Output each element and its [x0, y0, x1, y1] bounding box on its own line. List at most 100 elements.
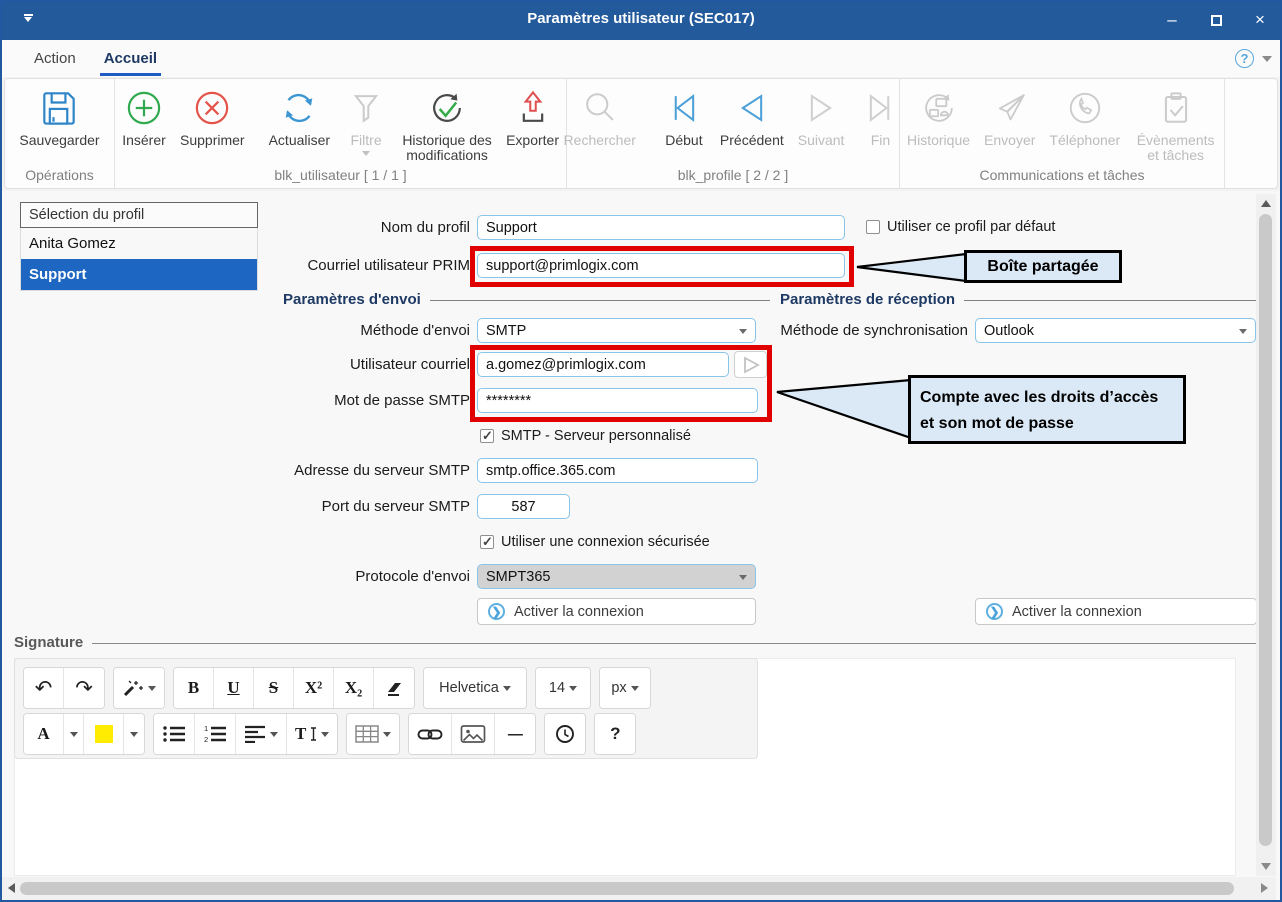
refresh-button[interactable]: Actualiser [262, 84, 337, 148]
subscript-button[interactable]: X₂ [334, 668, 374, 708]
collapse-ribbon-icon[interactable] [1262, 56, 1272, 62]
filter-button[interactable]: Filtre [337, 84, 395, 156]
undo-button[interactable]: ↶ [24, 668, 64, 708]
utilisateur-courriel-input[interactable]: a.gomez@primlogix.com [477, 352, 729, 377]
list-item-profile-selected[interactable]: Support [21, 259, 257, 290]
comm-history-button[interactable]: Historique [900, 84, 977, 148]
bold-button[interactable]: B [174, 668, 214, 708]
callout-compte-acces: Compte avec les droits d’accès et son mo… [908, 375, 1186, 444]
align-icon [244, 725, 266, 743]
superscript-button[interactable]: X² [294, 668, 334, 708]
protocole-envoi-combobox[interactable]: SMPT365 [477, 564, 756, 589]
previous-record-button[interactable]: Précédent [713, 84, 791, 148]
scroll-up-icon[interactable] [1261, 200, 1271, 207]
secure-connection-checkbox[interactable]: Utiliser une connexion sécurisée [480, 534, 710, 550]
ribbon-spacer [1225, 79, 1277, 188]
numbered-list-icon: 1 2 [203, 724, 227, 744]
tab-action[interactable]: Action [20, 40, 90, 77]
align-button[interactable] [236, 714, 287, 754]
next-record-button[interactable]: Suivant [791, 84, 852, 148]
eraser-icon [385, 679, 403, 697]
horizontal-scrollbar-thumb[interactable] [20, 882, 1234, 895]
activate-icon: ❯ [986, 603, 1003, 620]
save-button[interactable]: Sauvegarder [12, 84, 106, 148]
underline-button[interactable]: U [214, 668, 254, 708]
methode-sync-combobox[interactable]: Outlook [975, 318, 1256, 343]
port-smtp-label: Port du serveur SMTP [240, 498, 470, 515]
paragraph-style-button[interactable]: T [287, 714, 337, 754]
nom-du-profil-input[interactable]: Support [477, 215, 845, 240]
bullet-list-button[interactable] [154, 714, 195, 754]
chevron-down-icon [70, 732, 78, 737]
smtp-custom-checkbox[interactable]: SMTP - Serveur personnalisé [480, 428, 691, 444]
delete-button[interactable]: Supprimer [173, 84, 252, 148]
methode-sync-label: Méthode de synchronisation [740, 322, 968, 339]
horizontal-rule-button[interactable]: — [495, 714, 535, 754]
vertical-scrollbar-thumb[interactable] [1259, 214, 1272, 846]
highlight-color-button[interactable] [84, 714, 124, 754]
vertical-scrollbar[interactable] [1256, 194, 1276, 876]
clipboard-check-icon [1154, 84, 1198, 132]
highlight-color-dropdown[interactable] [124, 714, 144, 754]
activate-connection-button-send[interactable]: ❯ Activer la connexion [477, 598, 756, 625]
maximize-button[interactable] [1194, 0, 1238, 40]
checkbox-icon [480, 429, 494, 443]
filter-icon [344, 84, 388, 132]
strikethrough-button[interactable]: S [254, 668, 294, 708]
adresse-smtp-input[interactable]: smtp.office.365.com [477, 458, 758, 483]
editor-help-button[interactable]: ? [595, 714, 635, 754]
signature-toolbar: ↶ ↷ B U S X² X₂ [14, 658, 758, 759]
scroll-left-icon[interactable] [8, 883, 15, 893]
adresse-smtp-label: Adresse du serveur SMTP [240, 462, 470, 479]
courriel-prim-input[interactable]: support@primlogix.com [477, 253, 845, 278]
magic-style-button[interactable] [114, 668, 164, 708]
receive-section-header: Paramètres de réception [780, 291, 1258, 308]
ribbon-tab-row: Action Accueil ? [0, 40, 1282, 77]
redo-button[interactable]: ↷ [64, 668, 104, 708]
horizontal-scrollbar[interactable] [2, 877, 1276, 900]
paper-plane-icon [988, 84, 1032, 132]
send-mail-button[interactable]: Envoyer [977, 84, 1042, 148]
list-item-profile[interactable]: Anita Gomez [21, 228, 257, 259]
methode-envoi-combobox[interactable]: SMTP [477, 318, 756, 343]
callout-boite-partagee: Boîte partagée [964, 250, 1122, 283]
protocole-envoi-label: Protocole d'envoi [240, 568, 470, 585]
font-color-dropdown[interactable] [64, 714, 84, 754]
font-family-dropdown[interactable]: Helvetica [424, 668, 526, 708]
mot-de-passe-input[interactable]: ******** [477, 388, 758, 413]
chevron-down-icon [321, 732, 329, 737]
chevron-down-icon [130, 732, 138, 737]
font-color-button[interactable]: A [24, 714, 64, 754]
activate-connection-button-receive[interactable]: ❯ Activer la connexion [975, 598, 1257, 625]
search-button[interactable]: Rechercher [557, 84, 643, 148]
time-button[interactable] [545, 714, 585, 754]
close-button[interactable]: × [1238, 0, 1282, 40]
numbered-list-button[interactable]: 1 2 [195, 714, 236, 754]
text-cursor-icon [310, 726, 317, 742]
table-button[interactable] [347, 714, 399, 754]
minimize-button[interactable]: – [1150, 0, 1194, 40]
tab-accueil[interactable]: Accueil [90, 40, 171, 77]
port-smtp-input[interactable]: 587 [477, 494, 570, 519]
scroll-right-icon[interactable] [1261, 883, 1268, 893]
ribbon: Sauvegarder Opérations Insérer [0, 77, 1282, 191]
eraser-button[interactable] [374, 668, 414, 708]
search-icon [578, 84, 622, 132]
link-button[interactable] [409, 714, 452, 754]
insert-button[interactable]: Insérer [115, 84, 173, 148]
font-size-dropdown[interactable]: 14 [536, 668, 590, 708]
titlebar: Paramètres utilisateur (SEC017) – × [0, 0, 1282, 40]
default-profile-checkbox[interactable]: Utiliser ce profil par défaut [866, 219, 1055, 235]
scroll-down-icon[interactable] [1261, 863, 1271, 870]
table-icon [355, 725, 379, 743]
history-modifications-button[interactable]: Historique des modifications [395, 84, 499, 164]
help-icon[interactable]: ? [1235, 49, 1254, 68]
font-unit-dropdown[interactable]: px [600, 668, 650, 708]
image-button[interactable] [452, 714, 495, 754]
chevron-down-icon [383, 732, 391, 737]
phone-button[interactable]: Téléphoner [1042, 84, 1127, 148]
first-record-button[interactable]: Début [655, 84, 713, 148]
comm-history-icon [917, 84, 961, 132]
events-tasks-button[interactable]: Évènements et tâches [1127, 84, 1224, 164]
test-send-button[interactable] [734, 351, 767, 378]
